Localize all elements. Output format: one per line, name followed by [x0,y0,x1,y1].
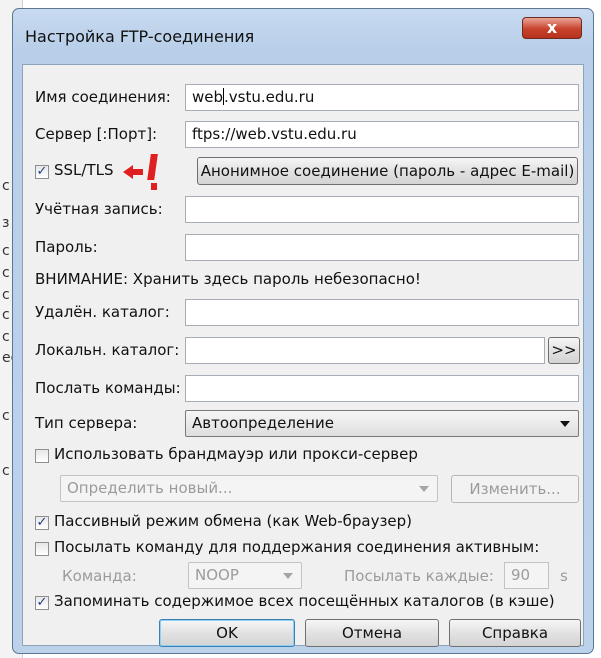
cancel-button[interactable]: Отмена [305,619,439,647]
background-text: с [2,243,10,259]
firewall-label: Использовать брандмауэр или прокси-серве… [54,445,418,463]
background-text: с [2,287,10,303]
background-text: с [2,329,10,345]
firewall-select[interactable]: Определить новый... [60,475,438,502]
dialog-client-area: Имя соединения: web.vstu.edu.ru Сервер [… [22,64,584,647]
keepalive-command-value: NOOP [195,566,239,584]
cache-label: Запоминать содержимое всех посещённых ка… [54,592,555,610]
account-label: Учётная запись: [35,200,163,218]
ftp-settings-dialog: Настройка FTP-соединения x Имя соединени… [12,8,594,654]
ssl-label: SSL/TLS [54,161,114,179]
background-text: з [2,215,10,231]
remote-dir-input[interactable] [185,299,579,326]
firewall-change-button[interactable]: Изменить... [451,475,579,503]
passive-mode-checkbox[interactable]: ✓ [35,516,49,530]
anonymous-connection-button[interactable]: Анонимное соединение (пароль - адрес E-m… [197,157,578,185]
connection-name-value-start: web [192,88,224,106]
ssl-checkbox[interactable]: ✓ [35,165,49,179]
window-title: Настройка FTP-соединения [25,27,255,46]
connection-name-value-end: .vstu.edu.ru [224,88,315,106]
connection-name-input[interactable]: web.vstu.edu.ru [185,84,579,111]
password-warning: ВНИМАНИЕ: Хранить здесь пароль небезопас… [35,270,421,288]
help-button[interactable]: Справка [449,619,581,647]
close-button[interactable]: x [522,17,582,39]
background-text: с [2,265,10,281]
local-dir-input[interactable] [185,337,545,364]
server-type-value: Автоопределение [192,414,334,432]
local-dir-label: Локальн. каталог: [35,341,180,359]
account-input[interactable] [185,196,579,223]
passive-mode-label: Пассивный режим обмена (как Web-браузер) [54,512,413,530]
chevron-down-icon [283,573,293,579]
background-text: с [2,463,10,479]
remote-dir-label: Удалён. каталог: [35,303,170,321]
firewall-select-value: Определить новый... [67,479,233,497]
ok-button[interactable]: OK [159,619,295,647]
send-commands-label: Послать команды: [35,379,181,397]
send-commands-input[interactable] [185,375,579,402]
connection-name-label: Имя соединения: [35,88,171,106]
server-label: Сервер [:Порт]: [35,125,158,143]
cache-checkbox[interactable]: ✓ [35,596,49,610]
close-icon: x [546,18,558,37]
password-input[interactable] [185,234,579,261]
server-input[interactable]: ftps://web.vstu.edu.ru [185,121,579,148]
keepalive-command-label: Команда: [62,567,137,585]
keepalive-interval-label: Посылать каждые: [344,567,494,585]
password-label: Пароль: [35,238,98,256]
keepalive-interval-input[interactable]: 90 [504,562,549,589]
chevron-down-icon [560,421,570,427]
background-text: с [2,408,10,424]
keepalive-unit: s [560,567,568,585]
background-text: с [2,307,10,323]
browse-local-dir-button[interactable]: >> [548,337,580,364]
keepalive-label: Посылать команду для поддержания соедине… [54,538,540,556]
server-type-select[interactable]: Автоопределение [185,410,579,437]
background-text: с [2,178,10,194]
annotation-arrow-icon [123,154,158,190]
chevron-down-icon [419,486,429,492]
keepalive-checkbox[interactable] [35,542,49,556]
keepalive-command-select[interactable]: NOOP [188,562,302,589]
firewall-checkbox[interactable] [35,449,49,463]
server-type-label: Тип сервера: [35,414,138,432]
